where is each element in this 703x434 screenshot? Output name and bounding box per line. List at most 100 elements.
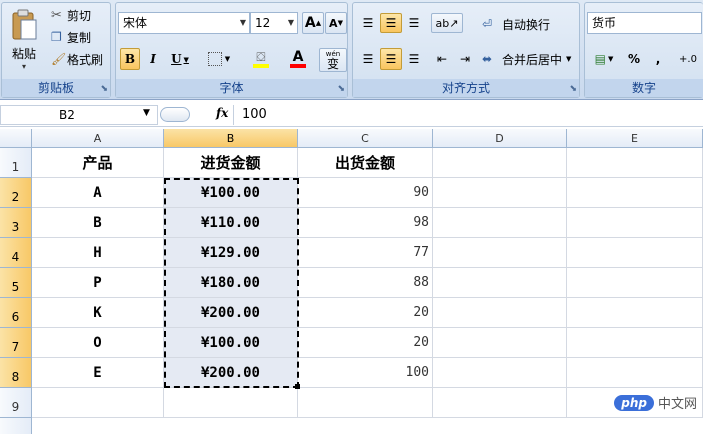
- cell-e6[interactable]: [567, 298, 703, 328]
- row-header-1[interactable]: 1: [0, 148, 32, 178]
- cell-b3[interactable]: ¥110.00: [164, 208, 298, 238]
- formula-input[interactable]: 100: [233, 105, 703, 125]
- cell-c3[interactable]: 98: [298, 208, 433, 238]
- expand-handle[interactable]: [160, 107, 190, 122]
- phonetic-button[interactable]: wén 变: [319, 48, 347, 72]
- percent-button[interactable]: %: [623, 48, 645, 70]
- align-right-button[interactable]: ☰: [403, 48, 425, 70]
- comma-button[interactable]: ,: [647, 48, 669, 70]
- dialog-launcher-icon[interactable]: ⬊: [569, 84, 577, 94]
- cell-b8[interactable]: ¥200.00: [164, 358, 298, 388]
- row-header-3[interactable]: 3: [0, 208, 32, 238]
- cell-b9[interactable]: [164, 388, 298, 418]
- name-box[interactable]: B2 ▼: [0, 105, 158, 125]
- cell-a4[interactable]: H: [32, 238, 164, 268]
- cell-d3[interactable]: [433, 208, 567, 238]
- decrease-indent-button[interactable]: ⇤: [431, 48, 453, 70]
- cell-c2[interactable]: 90: [298, 178, 433, 208]
- grow-font-button[interactable]: A ▲: [302, 12, 324, 34]
- orientation-button[interactable]: ab↗: [431, 13, 463, 33]
- cell-c6[interactable]: 20: [298, 298, 433, 328]
- row-header-9[interactable]: 9: [0, 388, 32, 418]
- align-center-button[interactable]: ☰: [380, 48, 402, 70]
- cell-e5[interactable]: [567, 268, 703, 298]
- row-header-7[interactable]: 7: [0, 328, 32, 358]
- cell-d1[interactable]: [433, 148, 567, 178]
- row-header-5[interactable]: 5: [0, 268, 32, 298]
- shrink-font-button[interactable]: A ▼: [325, 12, 347, 34]
- row-header-2[interactable]: 2: [0, 178, 32, 208]
- cell-e1[interactable]: [567, 148, 703, 178]
- cell-e7[interactable]: [567, 328, 703, 358]
- insert-function-button[interactable]: fx: [216, 106, 228, 120]
- row-header-8[interactable]: 8: [0, 358, 32, 388]
- cell-d8[interactable]: [433, 358, 567, 388]
- increase-decimal-label: +.0: [679, 53, 697, 65]
- cell-d9[interactable]: [433, 388, 567, 418]
- cell-c1[interactable]: 出货金额: [298, 148, 433, 178]
- cell-d4[interactable]: [433, 238, 567, 268]
- fill-handle[interactable]: [295, 384, 300, 389]
- cell-b7[interactable]: ¥100.00: [164, 328, 298, 358]
- increase-indent-button[interactable]: ⇥: [454, 48, 476, 70]
- cell-a7[interactable]: O: [32, 328, 164, 358]
- row-header-6[interactable]: 6: [0, 298, 32, 328]
- dialog-launcher-icon[interactable]: ⬊: [337, 84, 345, 94]
- cell-c4[interactable]: 77: [298, 238, 433, 268]
- cell-b6[interactable]: ¥200.00: [164, 298, 298, 328]
- column-header-c[interactable]: C: [298, 129, 433, 148]
- cell-d7[interactable]: [433, 328, 567, 358]
- font-name-select[interactable]: 宋体 ▼: [118, 12, 250, 34]
- select-all-corner[interactable]: [0, 129, 32, 148]
- bold-button[interactable]: B: [120, 48, 140, 70]
- row-header-4[interactable]: 4: [0, 238, 32, 268]
- column-header-a[interactable]: A: [32, 129, 164, 148]
- cell-a5[interactable]: P: [32, 268, 164, 298]
- column-header-d[interactable]: D: [433, 129, 567, 148]
- fill-color-button[interactable]: ⛋: [243, 48, 279, 70]
- cell-a2[interactable]: A: [32, 178, 164, 208]
- italic-button[interactable]: I: [143, 48, 163, 70]
- cell-e3[interactable]: [567, 208, 703, 238]
- align-top-button[interactable]: ☰: [357, 13, 379, 33]
- font-size-select[interactable]: 12 ▼: [250, 12, 298, 34]
- cell-d5[interactable]: [433, 268, 567, 298]
- cell-c7[interactable]: 20: [298, 328, 433, 358]
- currency-button[interactable]: ▤ ▼: [589, 48, 619, 70]
- cell-b2[interactable]: ¥100.00: [164, 178, 298, 208]
- cell-c9[interactable]: [298, 388, 433, 418]
- paste-button[interactable]: 粘贴 ▾: [4, 5, 44, 75]
- cell-c5[interactable]: 88: [298, 268, 433, 298]
- column-header-b[interactable]: B: [164, 129, 298, 148]
- dialog-launcher-icon[interactable]: ⬊: [100, 84, 108, 94]
- column-header-e[interactable]: E: [567, 129, 703, 148]
- cell-a8[interactable]: E: [32, 358, 164, 388]
- row-header-10[interactable]: [0, 418, 32, 434]
- cell-a9[interactable]: [32, 388, 164, 418]
- font-color-button[interactable]: A: [281, 48, 315, 70]
- copy-button[interactable]: ❐ 复制: [50, 27, 108, 47]
- cut-button[interactable]: ✂ 剪切: [50, 5, 108, 25]
- cell-d6[interactable]: [433, 298, 567, 328]
- cell-e8[interactable]: [567, 358, 703, 388]
- cell-b4[interactable]: ¥129.00: [164, 238, 298, 268]
- align-left-button[interactable]: ☰: [357, 48, 379, 70]
- cell-b5[interactable]: ¥180.00: [164, 268, 298, 298]
- cell-d2[interactable]: [433, 178, 567, 208]
- cell-a6[interactable]: K: [32, 298, 164, 328]
- number-format-select[interactable]: 货币: [587, 12, 702, 34]
- wrap-text-button[interactable]: ⏎ 自动换行: [481, 13, 577, 35]
- align-middle-button[interactable]: ☰: [380, 13, 402, 33]
- cell-a1[interactable]: 产品: [32, 148, 164, 178]
- merge-center-button[interactable]: ⬌ 合并后居中 ▼: [481, 48, 577, 70]
- underline-button[interactable]: U ▼: [166, 48, 194, 70]
- borders-button[interactable]: ▼: [202, 48, 236, 70]
- cell-c8[interactable]: 100: [298, 358, 433, 388]
- cell-e4[interactable]: [567, 238, 703, 268]
- format-painter-button[interactable]: 🖌 格式刷: [50, 49, 108, 69]
- cell-e2[interactable]: [567, 178, 703, 208]
- align-bottom-button[interactable]: ☰: [403, 13, 425, 33]
- increase-decimal-button[interactable]: +.0: [673, 48, 703, 70]
- cell-b1[interactable]: 进货金额: [164, 148, 298, 178]
- cell-a3[interactable]: B: [32, 208, 164, 238]
